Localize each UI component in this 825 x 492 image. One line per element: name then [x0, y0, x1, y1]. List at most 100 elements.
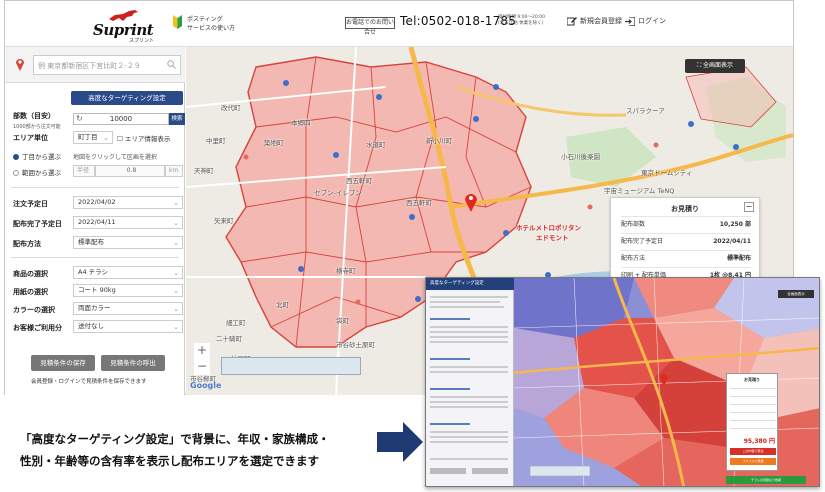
logo[interactable]: Suprint スプリント	[93, 9, 163, 44]
radio-select-by-radius[interactable]: 範囲から選ぶ	[13, 167, 61, 177]
location-pin-icon	[16, 59, 24, 71]
copies-value: 10000	[109, 115, 133, 123]
inset-card-line	[730, 428, 776, 429]
inset-button	[472, 468, 508, 474]
radio-select-by-block[interactable]: 丁目から選ぶ	[13, 151, 61, 161]
zoom-out-button[interactable]: −	[194, 359, 210, 375]
map-place-label: スパラクーア	[626, 107, 665, 115]
map-place-label: 築地町	[264, 139, 284, 147]
guide-link[interactable]: ポスティング サービスの使い方	[173, 13, 263, 37]
estimate-row: 配布部数 10,250 部	[621, 216, 751, 232]
area-info-checkbox[interactable]: ☐ エリア情報表示	[117, 133, 170, 143]
radius-value: 0.8	[126, 167, 137, 174]
inset-line	[430, 341, 508, 343]
logo-subtext: スプリント	[129, 38, 155, 44]
map-place-label: 小石川後楽園	[561, 153, 600, 161]
map-place-label: 改代町	[221, 104, 241, 112]
product-value: A4 チラシ	[78, 268, 109, 276]
address-search-input[interactable]: 例 東京都新宿区下宮比町２-２９	[33, 55, 181, 75]
delivery-date-value: 2022/04/11	[78, 218, 116, 226]
google-logo: Google	[190, 381, 222, 390]
usage-select[interactable]: 送付なし ⌄	[73, 320, 183, 333]
map-place-label: 袋町	[336, 317, 349, 325]
paper-select[interactable]: コート 90kg ⌄	[73, 284, 183, 297]
map-place-label: 宇宙ミュージアム TeNQ	[604, 187, 675, 195]
beginner-mark-icon	[173, 15, 182, 29]
inset-button	[430, 468, 466, 474]
login-label: ログイン	[638, 17, 666, 25]
phone-hours: 受付時間 9:00～20:00 (年末年始 休業を除く)	[498, 15, 546, 26]
color-label: カラーの選択	[13, 306, 55, 314]
chevron-down-icon: ⌄	[173, 323, 179, 331]
caption-text: 「高度なターゲティング設定」で背景に、年収・家族構成・ 性別・年齢等の含有率を表…	[20, 432, 330, 468]
area-unit-label: エリア単位	[13, 134, 48, 142]
usage-label: お客様ご利用分	[13, 324, 62, 332]
order-date-select[interactable]: 2022/04/02 ⌄	[73, 196, 183, 209]
inquiry-badge: お電話でのお問い合せ	[345, 17, 395, 36]
inset-line	[430, 406, 508, 408]
copies-search-button[interactable]: 検索	[169, 113, 185, 125]
delivery-date-select[interactable]: 2022/04/11 ⌄	[73, 216, 183, 229]
sidebar: 例 東京都新宿区下宮比町２-２９ 高度なターゲティング設定 部数（目安） 100…	[5, 47, 185, 395]
pencil-icon	[567, 16, 577, 25]
radio-dot	[13, 170, 19, 176]
map-place-label: 東京ドームシティ	[641, 169, 693, 177]
map-place-label: 中里町	[206, 137, 226, 145]
radio-option1-hint: 地図をクリックして区画を選択	[73, 154, 157, 161]
inset-line	[430, 371, 508, 373]
radio-dot-selected	[13, 154, 19, 160]
signup-label: 新規会員登録	[580, 17, 622, 25]
map-place-label: 新小川町	[426, 137, 452, 145]
reset-icon[interactable]: ↻	[76, 114, 83, 124]
address-placeholder: 例 東京都新宿区下宮比町２-２９	[38, 62, 141, 70]
inset-line	[430, 401, 508, 403]
map-place-label: 市谷砂土原町	[336, 341, 375, 349]
radius-input[interactable]: 0.8	[95, 165, 165, 177]
inset-line	[430, 296, 508, 298]
map-place-label: エドモント	[536, 234, 569, 242]
divider	[11, 257, 179, 258]
save-note: 会員登録・ログインで見積条件を保存できます	[31, 379, 147, 385]
map-place-label: ホテルメトロポリタン	[516, 224, 581, 232]
estimate-row-value: 標準配布	[726, 255, 751, 262]
divider	[11, 187, 179, 188]
load-conditions-button[interactable]: 見積条件の呼出	[101, 355, 165, 371]
radio-option2-label: 範囲から選ぶ	[22, 169, 61, 177]
inset-card-line	[730, 404, 776, 405]
chevron-down-icon: ⌄	[173, 269, 179, 277]
inset-green-bar: チラシの見積もり依頼	[726, 476, 806, 484]
advanced-targeting-button[interactable]: 高度なターゲティング設定	[71, 91, 183, 105]
color-select[interactable]: 両面カラー ⌄	[73, 302, 183, 315]
copies-input[interactable]: ↻ 10000	[73, 113, 169, 125]
inset-line	[430, 396, 508, 398]
map-bottom-bar	[221, 357, 361, 375]
address-row: 例 東京都新宿区下宮比町２-２９	[5, 47, 185, 83]
minimize-button[interactable]: −	[744, 202, 754, 212]
estimate-row: 配布完了予定日 2022/04/11	[621, 233, 751, 249]
inset-line	[430, 388, 470, 390]
product-select[interactable]: A4 チラシ ⌄	[73, 266, 183, 279]
fullscreen-button[interactable]: ⛶ 全画面表示	[685, 59, 745, 73]
save-conditions-button[interactable]: 見積条件の保存	[31, 355, 95, 371]
delivery-date-label: 配布完了予定日	[13, 220, 62, 228]
inset-file-button: ファイルで見積	[730, 458, 776, 465]
inset-screenshot: 高度なターゲティング設定 全画面表示 お見積り 95,380 円 この内容で発注…	[425, 277, 820, 487]
inset-line	[430, 441, 508, 443]
inset-line	[430, 336, 508, 338]
login-link[interactable]: ログイン	[625, 16, 666, 26]
inset-card-line	[730, 420, 776, 421]
area-unit-select[interactable]: 町丁目 ⌄	[73, 131, 113, 144]
estimate-title: お見積り	[671, 205, 699, 213]
usage-value: 送付なし	[78, 322, 104, 330]
map-place-label: 北町	[276, 301, 289, 309]
delivery-method-value: 標準配布	[78, 238, 104, 246]
estimate-row-label: 配布部数	[621, 221, 646, 228]
estimate-row-label: 配布完了予定日	[621, 238, 664, 245]
delivery-method-select[interactable]: 標準配布 ⌄	[73, 236, 183, 249]
estimate-row-value: 2022/04/11	[713, 238, 751, 245]
map-place-label: セブン-イレブン	[314, 189, 362, 197]
signup-link[interactable]: 新規会員登録	[567, 16, 622, 26]
chevron-down-icon: ⌄	[173, 219, 179, 227]
zoom-in-button[interactable]: +	[194, 343, 210, 359]
copies-label: 部数（目安）	[13, 112, 55, 120]
